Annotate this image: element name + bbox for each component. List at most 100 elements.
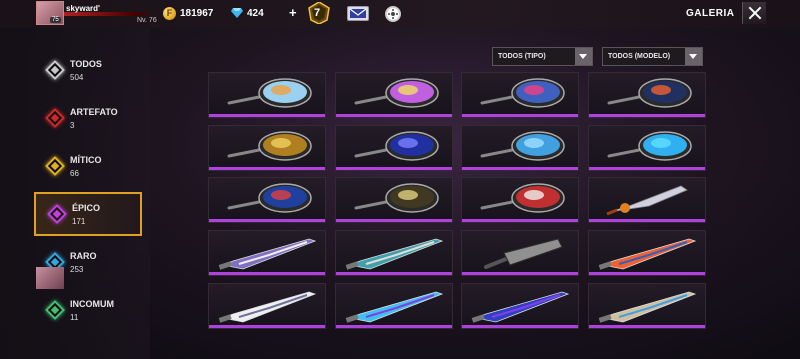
item-tile[interactable] [588,125,706,171]
pan-icon [354,131,439,161]
sidebar-item-count: 504 [70,73,84,82]
pan-icon [480,131,565,161]
type-filter-label: TODOS (TIPO) [498,53,546,60]
sidebar-item-6[interactable]: INCOMUM 11 [34,290,142,334]
page-title: GALERIA [686,8,735,19]
sidebar-item-label: MÍTICO [70,155,102,165]
rarity-gem-icon [45,156,65,176]
item-tile[interactable] [588,230,706,276]
rarity-gem-icon [47,204,67,224]
sword-icon [345,291,444,323]
rarity-gem-icon [45,60,65,80]
item-tile[interactable] [208,72,326,118]
coin-icon: F [163,7,176,20]
rarity-bar [209,325,325,328]
knife-icon [606,185,688,216]
rarity-bar [589,272,705,275]
sword-icon [218,291,317,323]
item-tile[interactable] [461,72,579,118]
pan-icon [480,78,565,108]
sidebar-item-count: 3 [70,121,75,130]
pan-icon [354,183,439,213]
diamond-count: 424 [247,8,264,19]
pan-icon [227,78,312,108]
rarity-bar [589,114,705,117]
sidebar-item-label: RARO [70,251,97,261]
rarity-bar [336,272,452,275]
model-filter-select[interactable]: TODOS (MODELO) [602,47,703,66]
chevron-down-icon [685,48,702,65]
sidebar-item-label: ARTEFATO [70,107,118,117]
rarity-bar [336,167,452,170]
close-icon[interactable] [742,2,766,24]
player-rank: Nv. 76 [137,17,157,24]
sidebar-item-count: 11 [70,313,79,322]
rarity-bar [209,167,325,170]
rarity-gem-icon [45,300,65,320]
rarity-bar [336,114,452,117]
sidebar-item-label: INCOMUM [70,299,114,309]
item-tile[interactable] [335,125,453,171]
pan-icon [607,78,692,108]
item-tile[interactable] [208,177,326,223]
sword-icon [218,238,317,270]
rank-number: 7 [314,7,321,19]
item-tile[interactable] [335,72,453,118]
coin-count: 181967 [180,8,214,19]
item-tile[interactable] [461,125,579,171]
item-tile[interactable] [461,283,579,329]
item-tile[interactable] [208,283,326,329]
sidebar-item-1[interactable]: TODOS 504 [34,50,142,94]
rarity-bar [336,325,452,328]
rarity-bar [462,272,578,275]
chevron-down-icon [575,48,592,65]
rarity-bar [462,167,578,170]
item-tile[interactable] [461,230,579,276]
sword-icon [471,291,570,323]
sidebar-item-count: 171 [72,217,86,226]
add-diamonds-button[interactable]: + [289,5,297,20]
pan-icon [607,131,692,161]
item-tile[interactable] [588,283,706,329]
pan-icon [227,183,312,213]
rarity-bar [462,114,578,117]
item-tile[interactable] [461,177,579,223]
settings-icon[interactable] [385,6,401,22]
sidebar-item-3[interactable]: MÍTICO 66 [34,146,142,190]
rarity-bar [462,219,578,222]
sidebar-item-2[interactable]: ARTEFATO 3 [34,98,142,142]
sword-icon [345,238,444,270]
cleaver-icon [484,238,563,269]
item-tile[interactable] [335,177,453,223]
item-tile[interactable] [335,283,453,329]
rarity-bar [209,114,325,117]
sword-icon [598,291,697,323]
pan-icon [480,183,565,213]
rarity-bar [462,325,578,328]
model-filter-label: TODOS (MODELO) [608,53,671,60]
rarity-bar [589,167,705,170]
player-level: 75 [50,17,61,23]
sidebar-item-label: TODOS [70,59,102,69]
sidebar-item-label: ÉPICO [72,203,101,213]
sidebar-item-count: 253 [70,265,84,274]
top-bar: 75 skyward' Nv. 76 F 181967 424 + 7 GALE… [0,0,800,28]
player-name: skyward' [66,4,100,13]
sidebar-item-4[interactable]: ÉPICO 171 [34,192,142,236]
diamond-icon [231,8,243,18]
item-tile[interactable] [588,72,706,118]
rarity-bar [336,219,452,222]
item-tile[interactable] [208,125,326,171]
type-filter-select[interactable]: TODOS (TIPO) [492,47,593,66]
item-tile[interactable] [335,230,453,276]
sidebar-item-count: 66 [70,169,79,178]
item-tile[interactable] [208,230,326,276]
pan-icon [227,131,312,161]
item-tile[interactable] [588,177,706,223]
rarity-gem-icon [45,108,65,128]
rarity-bar [589,219,705,222]
mail-icon[interactable] [347,6,369,21]
rarity-bar [209,219,325,222]
rarity-bar [589,325,705,328]
rarity-bar [209,272,325,275]
